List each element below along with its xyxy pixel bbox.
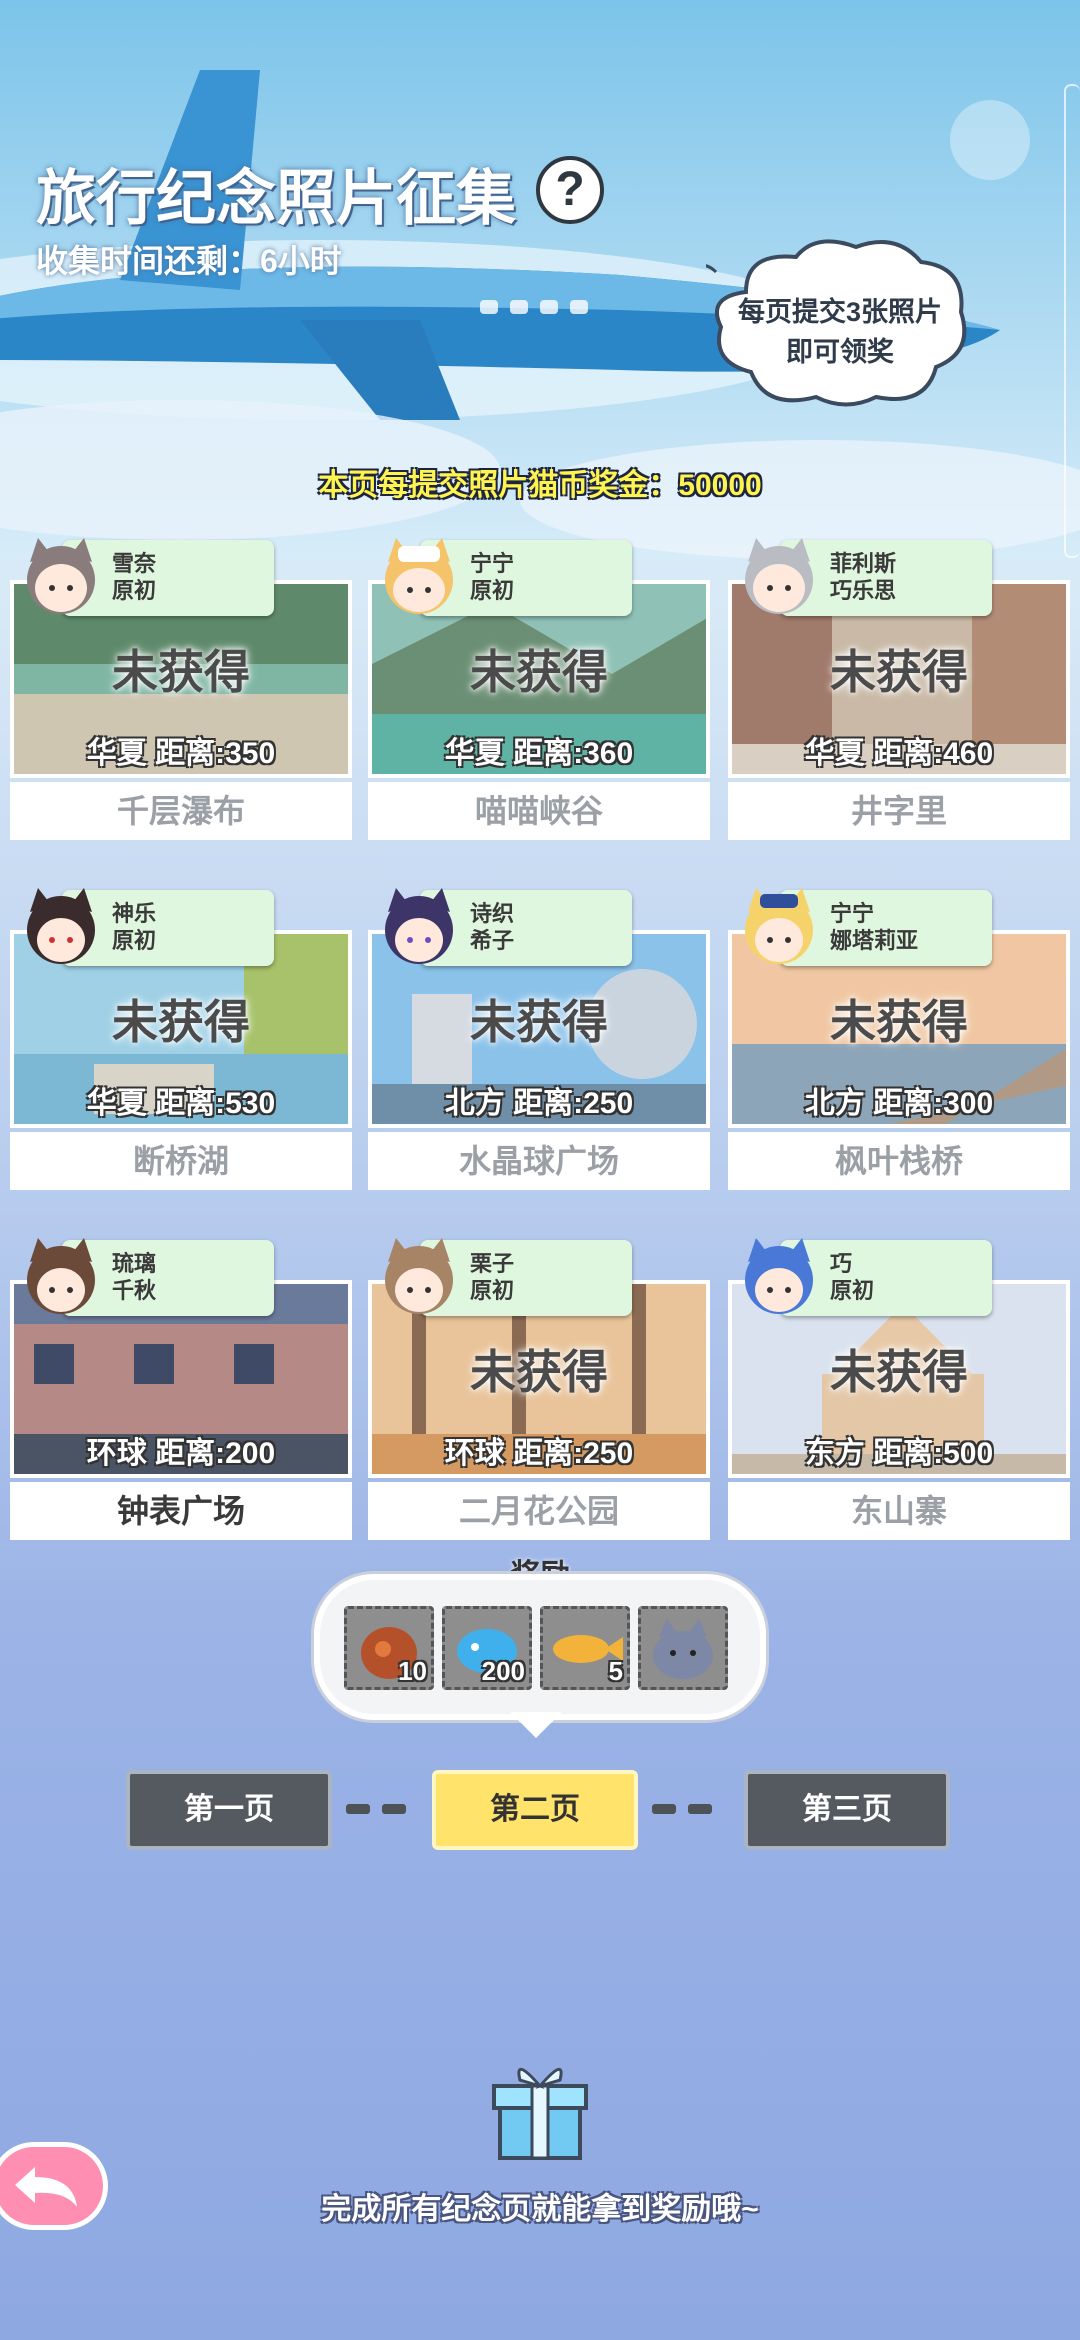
place-name: 千层瀑布 — [10, 782, 352, 840]
cat-girl-avatar-icon — [27, 1238, 95, 1314]
distance-label: 环球 距离:200 — [86, 1437, 276, 1470]
hint-bubble: 每页提交3张照片 即可领奖 — [695, 232, 974, 412]
status-label: 未获得 — [830, 996, 968, 1048]
pager-dash — [346, 1804, 370, 1814]
character-name: 栗子 — [470, 1251, 515, 1276]
status-label: 未获得 — [470, 646, 608, 698]
distance-label: 华夏 距离:460 — [804, 737, 994, 770]
photo-card[interactable]: 未获得 环球 距离:250 二月花公园 栗子 原初 — [368, 1230, 710, 1550]
character-outfit: 原初 — [112, 578, 157, 603]
pager-dash — [688, 1804, 712, 1814]
cat-girl-avatar-icon — [385, 538, 453, 614]
character-name: 诗织 — [470, 901, 515, 926]
reward-count: 5 — [608, 1656, 623, 1686]
place-name: 断桥湖 — [10, 1132, 352, 1190]
cat-girl-avatar-icon — [385, 888, 453, 964]
character-outfit: 娜塔莉亚 — [830, 928, 919, 953]
bubble-line-1: 每页提交3张照片 — [737, 297, 943, 327]
photo-card[interactable]: 未获得 北方 距离:300 枫叶栈桥 宁宁 娜塔莉亚 — [728, 880, 1070, 1200]
character-outfit: 原初 — [112, 928, 157, 953]
character-outfit: 千秋 — [112, 1278, 157, 1303]
character-name: 菲利斯 — [830, 551, 897, 576]
countdown-text: 收集时间还剩：6小时 — [36, 243, 342, 279]
status-label: 未获得 — [470, 996, 608, 1048]
character-name: 巧 — [830, 1251, 853, 1276]
reward-slot[interactable]: 5 — [540, 1606, 630, 1690]
page-3-button[interactable]: 第三页 — [744, 1770, 950, 1850]
character-name: 神乐 — [112, 901, 157, 926]
reward-panel: 10 200 5 — [314, 1574, 766, 1720]
page-2-button[interactable]: 第二页 — [432, 1770, 638, 1850]
distance-label: 北方 距离:250 — [444, 1087, 634, 1120]
help-button[interactable]: ? — [536, 156, 604, 224]
place-name: 钟表广场 — [10, 1482, 352, 1540]
character-outfit: 原初 — [830, 1278, 875, 1303]
cat-girl-avatar-icon — [385, 1238, 453, 1314]
place-name: 二月花公园 — [368, 1482, 710, 1540]
place-name: 喵喵峡谷 — [368, 782, 710, 840]
cat-girl-avatar-icon — [745, 1238, 813, 1314]
status-label: 未获得 — [830, 646, 968, 698]
character-name: 宁宁 — [470, 551, 515, 576]
cat-girl-avatar-icon — [27, 888, 95, 964]
cat-girl-avatar-icon — [745, 538, 813, 614]
distance-label: 东方 距离:500 — [804, 1437, 994, 1470]
reward-slot[interactable]: 10 — [344, 1606, 434, 1690]
distance-label: 华夏 距离:350 — [86, 737, 276, 770]
place-name: 东山寨 — [728, 1482, 1070, 1540]
status-label: 未获得 — [830, 1346, 968, 1398]
character-outfit: 希子 — [470, 928, 515, 953]
bubble-line-2: 即可领奖 — [786, 337, 894, 367]
photo-card[interactable]: 未获得 华夏 距离:360 喵喵峡谷 宁宁 原初 — [368, 530, 710, 850]
photo-card[interactable]: 环球 距离:200 钟表广场 琉璃 千秋 — [10, 1230, 352, 1550]
character-outfit: 巧乐思 — [830, 578, 897, 603]
photo-card[interactable]: 未获得 华夏 距离:460 井字里 菲利斯 巧乐思 — [728, 530, 1070, 850]
photo-card[interactable]: 未获得 东方 距离:500 东山寨 巧原初 — [728, 1230, 1070, 1550]
photo-card[interactable]: 未获得 北方 距离:250 水晶球广场 诗织 希子 — [368, 880, 710, 1200]
pager-dash — [382, 1804, 406, 1814]
page-1-button[interactable]: 第一页 — [126, 1770, 332, 1850]
cat-girl-avatar-icon — [745, 888, 813, 964]
status-label: 未获得 — [112, 646, 250, 698]
character-name: 雪奈 — [112, 551, 157, 576]
back-button[interactable] — [0, 2142, 108, 2230]
cat-girl-avatar-icon — [27, 538, 95, 614]
distance-label: 华夏 距离:360 — [444, 737, 634, 770]
reward-count: 200 — [481, 1656, 525, 1686]
reward-slot[interactable]: 200 — [442, 1606, 532, 1690]
distance-label: 北方 距离:300 — [804, 1087, 994, 1120]
back-arrow-icon — [15, 2167, 77, 2207]
status-label: 未获得 — [470, 1346, 608, 1398]
footer-hint: 完成所有纪念页就能拿到奖励哦~ — [321, 2193, 759, 2226]
place-name: 水晶球广场 — [368, 1132, 710, 1190]
reward-slot[interactable] — [638, 1606, 728, 1690]
place-name: 枫叶栈桥 — [728, 1132, 1070, 1190]
character-outfit: 原初 — [470, 1278, 515, 1303]
gift-box-icon[interactable] — [484, 2050, 596, 2162]
page-title: 旅行纪念照片征集 — [36, 165, 516, 232]
character-name: 宁宁 — [830, 901, 875, 926]
character-outfit: 原初 — [470, 578, 515, 603]
cat-plush-icon — [653, 1619, 713, 1679]
pager-dash — [652, 1804, 676, 1814]
distance-label: 环球 距离:250 — [444, 1437, 634, 1470]
bonus-text: 本页每提交照片猫币奖金：50000 — [318, 469, 762, 502]
character-name: 琉璃 — [112, 1251, 157, 1276]
photo-card[interactable]: 未获得 华夏 距离:350 千层瀑布 雪奈 原初 — [10, 530, 352, 850]
reward-pointer — [510, 1712, 562, 1738]
reward-count: 10 — [398, 1656, 427, 1686]
distance-label: 华夏 距离:530 — [86, 1087, 276, 1120]
photo-card[interactable]: 未获得 华夏 距离:530 断桥湖 神乐 原初 — [10, 880, 352, 1200]
place-name: 井字里 — [728, 782, 1070, 840]
status-label: 未获得 — [112, 996, 250, 1048]
